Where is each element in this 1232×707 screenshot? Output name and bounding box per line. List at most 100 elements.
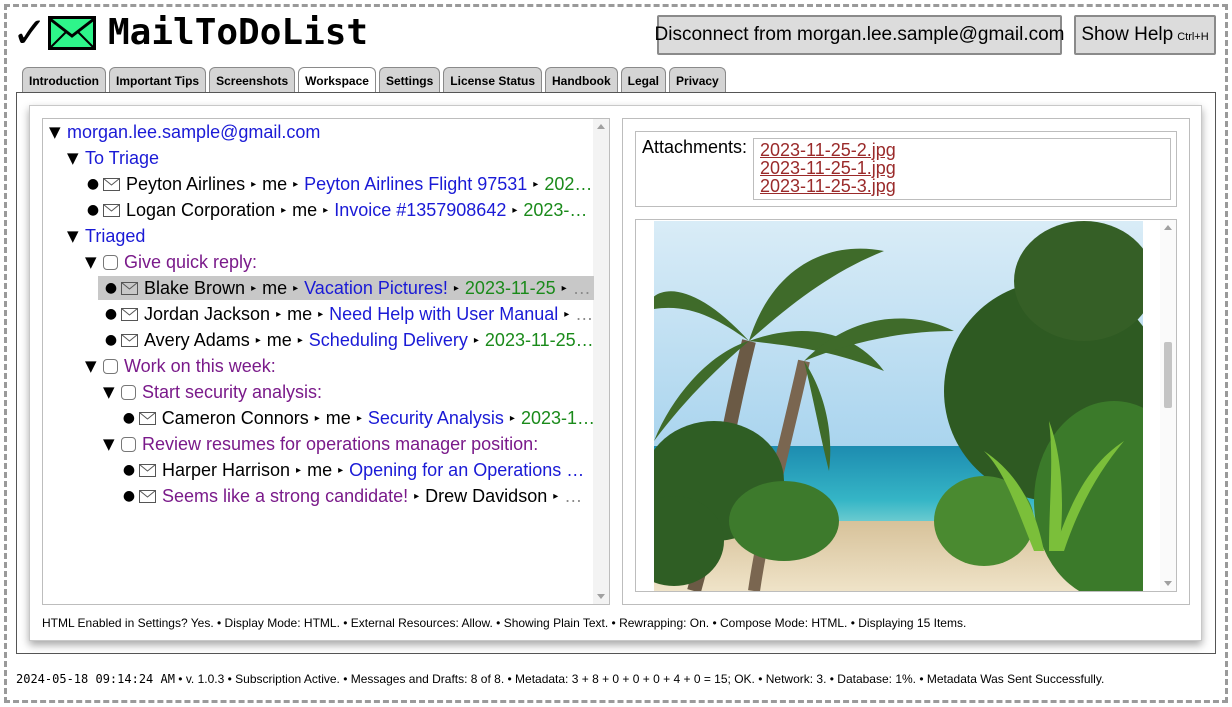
date: 2023-… [523,199,588,220]
recipient: me [262,277,288,298]
footer-timestamp: 2024-05-18 09:14:24 AM [16,672,175,686]
tree-folder-triaged[interactable]: ▼ Triaged [67,224,145,248]
image-scrollbar[interactable] [1160,220,1176,591]
bullet-icon: ● [104,280,118,296]
tree-account-row[interactable]: ▼ morgan.lee.sample@gmail.com [49,120,320,144]
show-help-button[interactable]: Show Help Ctrl+H [1074,15,1216,55]
todo-group-quick-reply[interactable]: ▼ Give quick reply: [85,250,257,274]
expand-triangle-icon[interactable]: ▼ [103,383,121,401]
envelope-icon [121,307,138,321]
tab-privacy[interactable]: Privacy [669,67,726,93]
tab-introduction[interactable]: Introduction [22,67,106,93]
tab-screenshots[interactable]: Screenshots [209,67,296,93]
list-item[interactable]: ● Cameron Connors ▸ me ▸ Security Analys… [121,406,595,430]
arrow-icon: ▸ [338,464,344,476]
expand-triangle-icon[interactable]: ▼ [49,123,67,141]
bullet-icon: ● [104,332,118,348]
list-item-selected[interactable]: ● Blake Brown ▸ me ▸ Vacation Pictures! … [98,276,594,300]
scroll-down-icon[interactable] [1164,581,1172,586]
scroll-down-icon[interactable] [597,594,605,599]
list-item[interactable]: ● Seems like a strong candidate! ▸ Drew … [121,484,595,508]
arrow-icon: ▸ [276,308,282,320]
arrow-icon: ▸ [318,308,324,320]
list-item[interactable]: ● Harper Harrison ▸ me ▸ Opening for an … [121,458,595,482]
tab-license-status[interactable]: License Status [443,67,542,93]
attachments-list[interactable]: 2023-11-25-2.jpg 2023-11-25-1.jpg 2023-1… [753,138,1171,200]
sender: Jordan Jackson [144,303,271,324]
bullet-icon: ● [86,202,100,218]
arrow-icon: ▸ [553,490,559,502]
list-item[interactable]: ● Avery Adams ▸ me ▸ Scheduling Delivery… [103,328,595,352]
todo-label: Give quick reply: [124,251,258,272]
scroll-up-icon[interactable] [1164,225,1172,230]
bullet-icon: ● [122,462,136,478]
help-shortcut: Ctrl+H [1177,31,1209,43]
recipient: me [287,303,313,324]
todo-group-resumes[interactable]: ▼ Review resumes for operations manager … [103,432,538,456]
todo-checkbox[interactable] [103,254,118,270]
subject: Need Help with User Manual [329,303,559,324]
sender: Logan Corporation [126,199,276,220]
tab-workspace[interactable]: Workspace [298,67,376,94]
todo-label: Work on this week: [124,355,276,376]
subject: Invoice #1357908642 [334,199,507,220]
attachment-link[interactable]: 2023-11-25-2.jpg [760,141,1164,159]
arrow-icon: ▸ [533,178,539,190]
todo-label: Start security analysis: [142,381,323,402]
expand-triangle-icon[interactable]: ▼ [67,227,85,245]
scrollbar-thumb[interactable] [1164,342,1172,408]
todo-group-security[interactable]: ▼ Start security analysis: [103,380,322,404]
bullet-icon: ● [122,488,136,504]
subject: Vacation Pictures! [304,277,448,298]
folder-label: Triaged [85,225,146,246]
sender: Blake Brown [144,277,246,298]
recipient: me [266,329,292,350]
todo-checkbox[interactable] [121,436,136,452]
sender: Harper Harrison [162,459,291,480]
todo-group-this-week[interactable]: ▼ Work on this week: [85,354,276,378]
tree-folder-to-triage[interactable]: ▼ To Triage [67,146,159,170]
tab-legal[interactable]: Legal [620,67,667,93]
expand-triangle-icon[interactable]: ▼ [67,149,85,167]
date: 202… [544,173,593,194]
attachment-link[interactable]: 2023-11-25-1.jpg [760,159,1164,177]
tree-scrollbar[interactable] [593,119,609,604]
list-item[interactable]: ● Jordan Jackson ▸ me ▸ Need Help with U… [103,302,595,326]
arrow-icon: ▸ [255,334,261,346]
recipient: me [262,173,288,194]
tab-handbook[interactable]: Handbook [545,67,618,93]
envelope-logo-icon [48,15,96,50]
bullet-icon: ● [104,306,118,322]
attachment-image-viewer[interactable] [635,219,1177,592]
todo-label: Review resumes for operations manager po… [142,433,539,454]
recipient: me [325,407,351,428]
subject: Scheduling Delivery [308,329,468,350]
tab-important-tips[interactable]: Important Tips [108,67,207,93]
attachment-link[interactable]: 2023-11-25-3.jpg [760,177,1164,195]
scroll-up-icon[interactable] [597,124,605,129]
subject: Security Analysis [367,407,504,428]
todo-checkbox[interactable] [103,358,118,374]
footer-details: • v. 1.0.3 • Subscription Active. • Mess… [174,672,1105,686]
folder-label: To Triage [85,147,160,168]
arrow-icon: ▸ [414,490,420,502]
expand-triangle-icon[interactable]: ▼ [103,435,121,453]
subject: Opening for an Operations … [349,459,585,480]
list-item[interactable]: ● Peyton Airlines ▸ me ▸ Peyton Airlines… [85,172,595,196]
list-item[interactable]: ● Logan Corporation ▸ me ▸ Invoice #1357… [85,198,595,222]
arrow-icon: ▸ [561,282,567,294]
show-help-label: Show Help [1081,24,1174,45]
beach-palm-photo [654,221,1143,591]
draft-note: Seems like a strong candidate! [162,485,409,506]
expand-triangle-icon[interactable]: ▼ [85,357,103,375]
checkmark-icon: ✓ [12,7,48,57]
date: 2023-11-25 [464,277,556,298]
arrow-icon: ▸ [251,178,257,190]
disconnect-button[interactable]: Disconnect from morgan.lee.sample@gmail.… [655,15,1065,55]
tab-settings[interactable]: Settings [378,67,441,93]
message-tree[interactable]: ▼ morgan.lee.sample@gmail.com ▼ To Triag… [42,118,610,605]
recipient: me [307,459,333,480]
todo-checkbox[interactable] [121,384,136,400]
expand-triangle-icon[interactable]: ▼ [85,253,103,271]
envelope-icon [121,333,138,347]
